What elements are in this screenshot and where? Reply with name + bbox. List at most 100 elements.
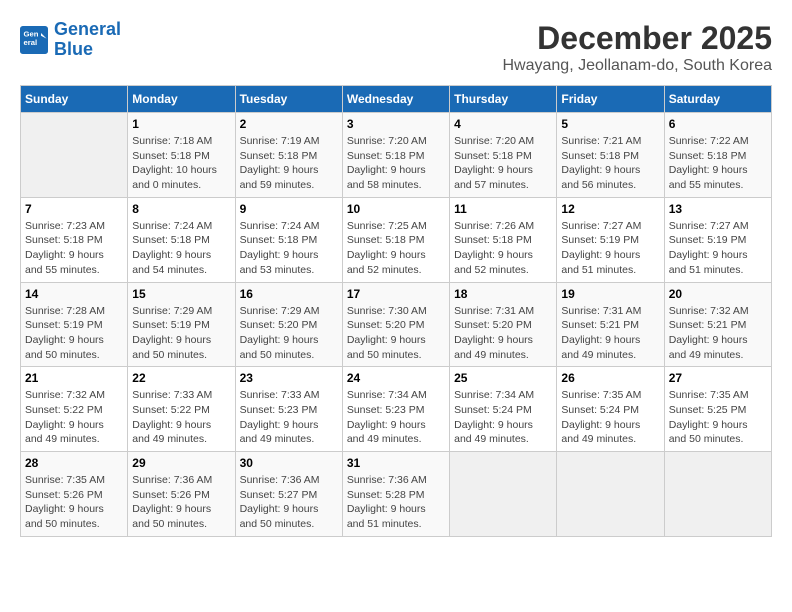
day-number: 10 bbox=[347, 202, 445, 216]
day-number: 12 bbox=[561, 202, 659, 216]
calendar-cell: 6 Sunrise: 7:22 AM Sunset: 5:18 PM Daylig… bbox=[664, 113, 771, 198]
day-info: Sunrise: 7:19 AM Sunset: 5:18 PM Dayligh… bbox=[240, 134, 338, 193]
day-info: Sunrise: 7:36 AM Sunset: 5:26 PM Dayligh… bbox=[132, 473, 230, 532]
calendar-cell: 5 Sunrise: 7:21 AM Sunset: 5:18 PM Daylig… bbox=[557, 113, 664, 198]
calendar-cell bbox=[450, 452, 557, 537]
day-info: Sunrise: 7:20 AM Sunset: 5:18 PM Dayligh… bbox=[347, 134, 445, 193]
calendar-cell: 11 Sunrise: 7:26 AM Sunset: 5:18 PM Dayli… bbox=[450, 197, 557, 282]
calendar-cell: 16Sunrise: 7:29 AM Sunset: 5:20 PM Dayli… bbox=[235, 282, 342, 367]
location-subtitle: Hwayang, Jeollanam-do, South Korea bbox=[503, 57, 773, 75]
calendar-cell: 3 Sunrise: 7:20 AM Sunset: 5:18 PM Daylig… bbox=[342, 113, 449, 198]
day-number: 4 bbox=[454, 117, 552, 131]
day-number: 11 bbox=[454, 202, 552, 216]
calendar-cell: 14 Sunrise: 7:28 AM Sunset: 5:19 PM Dayli… bbox=[21, 282, 128, 367]
day-number: 2 bbox=[240, 117, 338, 131]
day-info: Sunrise: 7:34 AM Sunset: 5:23 PM Dayligh… bbox=[347, 388, 445, 447]
svg-text:Gen: Gen bbox=[24, 29, 39, 38]
calendar-cell: 24 Sunrise: 7:34 AM Sunset: 5:23 PM Dayli… bbox=[342, 367, 449, 452]
day-number: 15 bbox=[132, 287, 230, 301]
day-info: Sunrise: 7:20 AM Sunset: 5:18 PM Dayligh… bbox=[454, 134, 552, 193]
day-info: Sunrise: 7:28 AM Sunset: 5:19 PM Dayligh… bbox=[25, 304, 123, 363]
day-info: Sunrise: 7:32 AM Sunset: 5:22 PM Dayligh… bbox=[25, 388, 123, 447]
month-title: December 2025 bbox=[503, 20, 773, 57]
day-number: 21 bbox=[25, 371, 123, 385]
calendar-cell: 25 Sunrise: 7:34 AM Sunset: 5:24 PM Dayli… bbox=[450, 367, 557, 452]
day-number: 5 bbox=[561, 117, 659, 131]
header-tuesday: Tuesday bbox=[235, 86, 342, 113]
logo-line1: General bbox=[54, 19, 121, 39]
header-saturday: Saturday bbox=[664, 86, 771, 113]
calendar-cell: 29 Sunrise: 7:36 AM Sunset: 5:26 PM Dayli… bbox=[128, 452, 235, 537]
day-info: Sunrise: 7:36 AM Sunset: 5:28 PM Dayligh… bbox=[347, 473, 445, 532]
day-number: 6 bbox=[669, 117, 767, 131]
header-monday: Monday bbox=[128, 86, 235, 113]
calendar-cell: 31Sunrise: 7:36 AM Sunset: 5:28 PM Dayli… bbox=[342, 452, 449, 537]
day-info: Sunrise: 7:35 AM Sunset: 5:24 PM Dayligh… bbox=[561, 388, 659, 447]
calendar-week-row: 14 Sunrise: 7:28 AM Sunset: 5:19 PM Dayli… bbox=[21, 282, 772, 367]
day-number: 29 bbox=[132, 456, 230, 470]
logo-line2: Blue bbox=[54, 39, 93, 59]
day-info: Sunrise: 7:18 AM Sunset: 5:18 PM Dayligh… bbox=[132, 134, 230, 193]
day-info: Sunrise: 7:25 AM Sunset: 5:18 PM Dayligh… bbox=[347, 219, 445, 278]
day-number: 23 bbox=[240, 371, 338, 385]
calendar-cell: 13Sunrise: 7:27 AM Sunset: 5:19 PM Dayli… bbox=[664, 197, 771, 282]
logo: Gen eral General Blue bbox=[20, 20, 121, 60]
header-wednesday: Wednesday bbox=[342, 86, 449, 113]
day-info: Sunrise: 7:24 AM Sunset: 5:18 PM Dayligh… bbox=[240, 219, 338, 278]
day-number: 8 bbox=[132, 202, 230, 216]
logo-icon: Gen eral bbox=[20, 26, 48, 54]
day-number: 17 bbox=[347, 287, 445, 301]
calendar-cell: 21 Sunrise: 7:32 AM Sunset: 5:22 PM Dayli… bbox=[21, 367, 128, 452]
day-info: Sunrise: 7:27 AM Sunset: 5:19 PM Dayligh… bbox=[561, 219, 659, 278]
header-sunday: Sunday bbox=[21, 86, 128, 113]
day-info: Sunrise: 7:24 AM Sunset: 5:18 PM Dayligh… bbox=[132, 219, 230, 278]
calendar-table: Sunday Monday Tuesday Wednesday Thursday… bbox=[20, 85, 772, 537]
calendar-cell: 10 Sunrise: 7:25 AM Sunset: 5:18 PM Dayli… bbox=[342, 197, 449, 282]
calendar-cell: 27Sunrise: 7:35 AM Sunset: 5:25 PM Dayli… bbox=[664, 367, 771, 452]
day-info: Sunrise: 7:33 AM Sunset: 5:23 PM Dayligh… bbox=[240, 388, 338, 447]
day-number: 16 bbox=[240, 287, 338, 301]
day-number: 14 bbox=[25, 287, 123, 301]
day-number: 9 bbox=[240, 202, 338, 216]
day-number: 19 bbox=[561, 287, 659, 301]
calendar-cell: 18Sunrise: 7:31 AM Sunset: 5:20 PM Dayli… bbox=[450, 282, 557, 367]
calendar-cell: 8 Sunrise: 7:24 AM Sunset: 5:18 PM Daylig… bbox=[128, 197, 235, 282]
day-number: 13 bbox=[669, 202, 767, 216]
svg-text:eral: eral bbox=[24, 38, 38, 47]
header-thursday: Thursday bbox=[450, 86, 557, 113]
day-info: Sunrise: 7:30 AM Sunset: 5:20 PM Dayligh… bbox=[347, 304, 445, 363]
calendar-cell bbox=[21, 113, 128, 198]
day-number: 1 bbox=[132, 117, 230, 131]
day-number: 26 bbox=[561, 371, 659, 385]
calendar-cell: 17 Sunrise: 7:30 AM Sunset: 5:20 PM Dayli… bbox=[342, 282, 449, 367]
calendar-week-row: 1 Sunrise: 7:18 AM Sunset: 5:18 PM Daylig… bbox=[21, 113, 772, 198]
calendar-cell bbox=[557, 452, 664, 537]
calendar-cell: 23 Sunrise: 7:33 AM Sunset: 5:23 PM Dayli… bbox=[235, 367, 342, 452]
day-info: Sunrise: 7:21 AM Sunset: 5:18 PM Dayligh… bbox=[561, 134, 659, 193]
title-block: December 2025 Hwayang, Jeollanam-do, Sou… bbox=[503, 20, 773, 75]
day-info: Sunrise: 7:33 AM Sunset: 5:22 PM Dayligh… bbox=[132, 388, 230, 447]
page-header: Gen eral General Blue December 2025 Hway… bbox=[20, 20, 772, 75]
calendar-cell: 26 Sunrise: 7:35 AM Sunset: 5:24 PM Dayli… bbox=[557, 367, 664, 452]
calendar-cell: 9 Sunrise: 7:24 AM Sunset: 5:18 PM Daylig… bbox=[235, 197, 342, 282]
calendar-week-row: 7Sunrise: 7:23 AM Sunset: 5:18 PM Daylig… bbox=[21, 197, 772, 282]
calendar-header-row: Sunday Monday Tuesday Wednesday Thursday… bbox=[21, 86, 772, 113]
day-info: Sunrise: 7:22 AM Sunset: 5:18 PM Dayligh… bbox=[669, 134, 767, 193]
calendar-cell: 12 Sunrise: 7:27 AM Sunset: 5:19 PM Dayli… bbox=[557, 197, 664, 282]
day-number: 27 bbox=[669, 371, 767, 385]
calendar-cell: 7Sunrise: 7:23 AM Sunset: 5:18 PM Daylig… bbox=[21, 197, 128, 282]
calendar-cell: 2 Sunrise: 7:19 AM Sunset: 5:18 PM Daylig… bbox=[235, 113, 342, 198]
day-info: Sunrise: 7:34 AM Sunset: 5:24 PM Dayligh… bbox=[454, 388, 552, 447]
day-info: Sunrise: 7:23 AM Sunset: 5:18 PM Dayligh… bbox=[25, 219, 123, 278]
day-number: 30 bbox=[240, 456, 338, 470]
calendar-cell: 1 Sunrise: 7:18 AM Sunset: 5:18 PM Daylig… bbox=[128, 113, 235, 198]
day-number: 24 bbox=[347, 371, 445, 385]
calendar-cell: 28Sunrise: 7:35 AM Sunset: 5:26 PM Dayli… bbox=[21, 452, 128, 537]
day-number: 22 bbox=[132, 371, 230, 385]
day-number: 25 bbox=[454, 371, 552, 385]
day-number: 3 bbox=[347, 117, 445, 131]
day-number: 18 bbox=[454, 287, 552, 301]
day-number: 20 bbox=[669, 287, 767, 301]
day-info: Sunrise: 7:26 AM Sunset: 5:18 PM Dayligh… bbox=[454, 219, 552, 278]
calendar-cell bbox=[664, 452, 771, 537]
